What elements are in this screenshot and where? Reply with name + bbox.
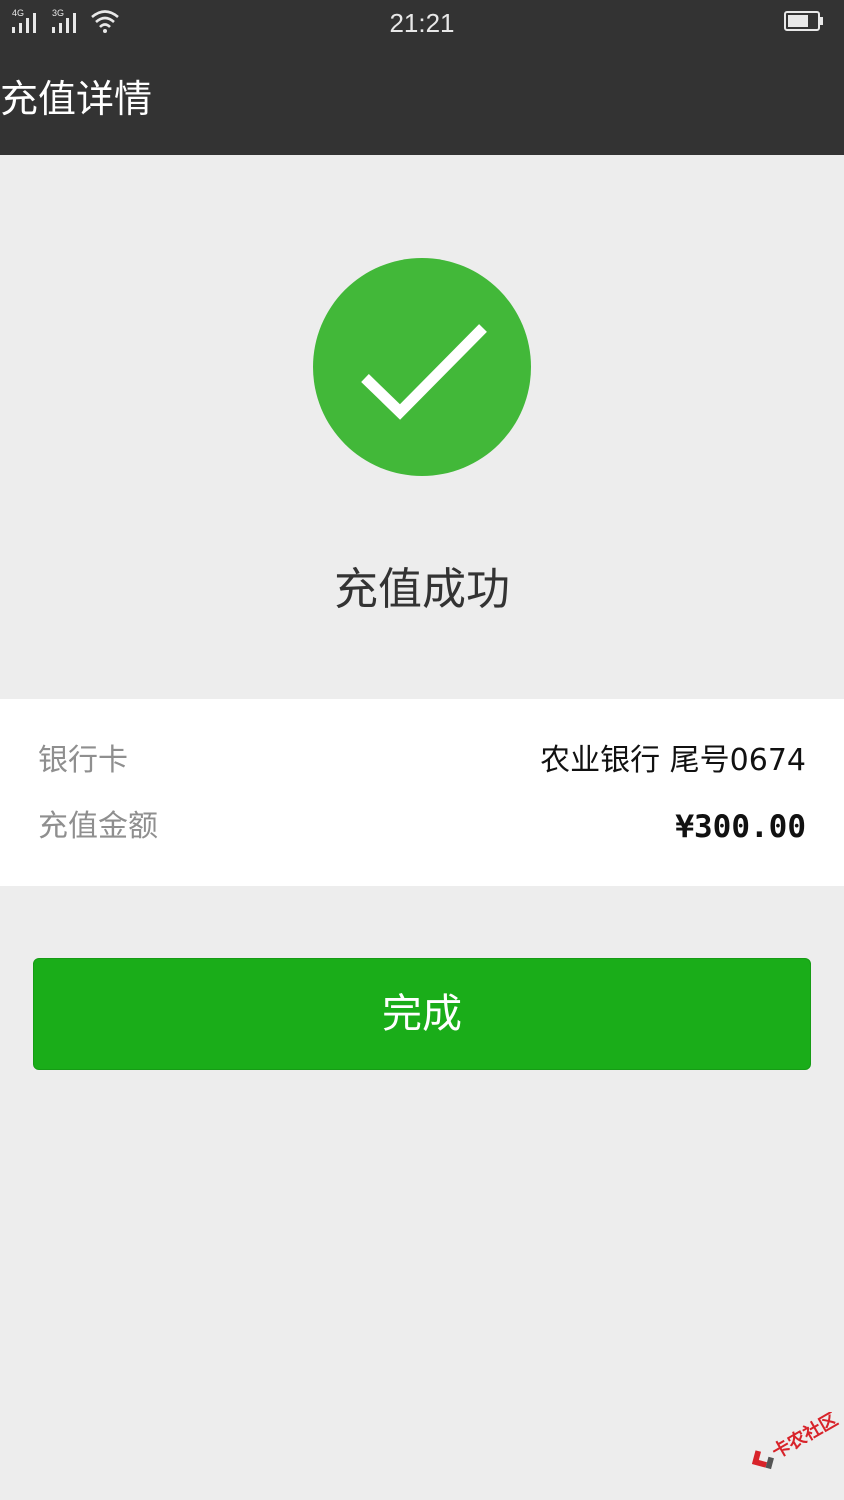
- result-status-text: 充值成功: [334, 564, 510, 615]
- amount-value: ¥300.00: [675, 809, 806, 845]
- done-button[interactable]: 完成: [33, 958, 811, 1070]
- watermark-logo: 卡农社区: [751, 1412, 840, 1470]
- amount-row: 充值金额 ¥300.00: [38, 805, 806, 849]
- title-bar: 充值详情: [0, 46, 844, 155]
- bank-card-label: 银行卡: [38, 743, 128, 778]
- battery-icon: [784, 11, 823, 31]
- bank-card-value: 农业银行 尾号0674: [540, 743, 806, 778]
- screen: 4G 3G 21:21 充值详情 充值成功 银行卡 农业银行 尾号0674 充值…: [0, 0, 844, 1500]
- status-time: 21:21: [389, 8, 455, 38]
- check-circle-icon: [313, 258, 531, 476]
- page-title: 充值详情: [0, 77, 153, 121]
- bank-card-row: 银行卡 农业银行 尾号0674: [38, 739, 806, 783]
- detail-card: 银行卡 农业银行 尾号0674 充值金额 ¥300.00: [0, 699, 844, 886]
- status-bar: 4G 3G 21:21: [0, 0, 844, 46]
- amount-label: 充值金额: [38, 809, 158, 844]
- svg-text:卡农社区: 卡农社区: [768, 1412, 840, 1463]
